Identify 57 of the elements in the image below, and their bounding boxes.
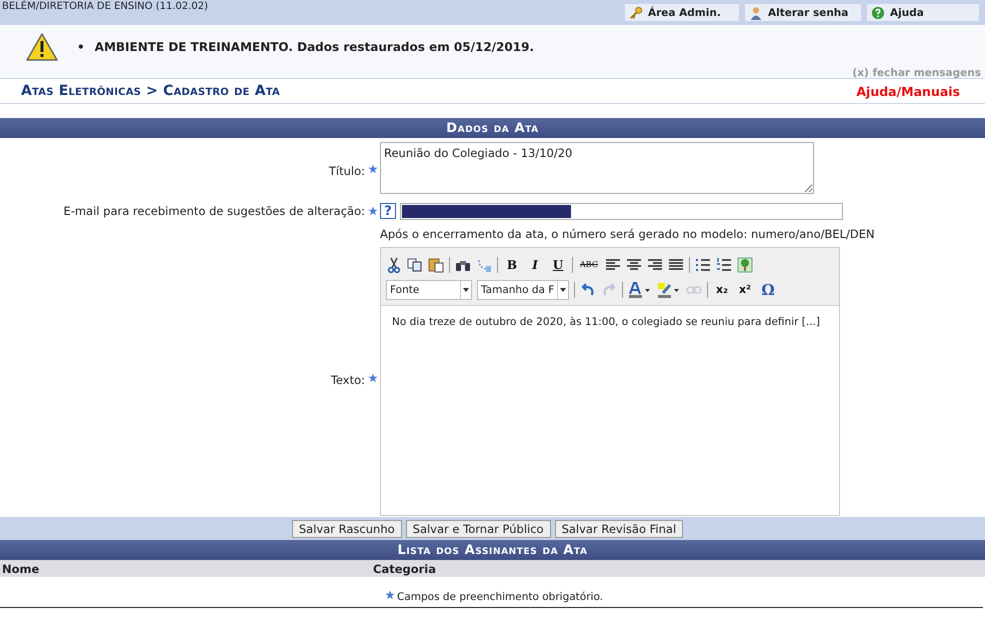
section-header: Dados da Ata bbox=[0, 118, 985, 138]
editor-text: No dia treze de outubro de 2020, às 11:00, o colegiado se reuniu para definir [...] bbox=[392, 316, 820, 328]
image-icon[interactable] bbox=[737, 256, 753, 272]
dropdown-arrow-icon bbox=[463, 288, 469, 292]
italic-button[interactable]: I bbox=[526, 258, 544, 272]
column-header: Categoria bbox=[373, 562, 436, 576]
subscript-button[interactable]: x₂ bbox=[713, 283, 731, 296]
save-button[interactable]: Salvar Rascunho bbox=[292, 520, 402, 538]
highlight-icon[interactable] bbox=[657, 282, 681, 298]
required-note: Campos de preenchimento obrigatório. bbox=[397, 591, 604, 603]
align-right-icon[interactable] bbox=[647, 256, 663, 272]
help-button[interactable]: ? bbox=[380, 203, 396, 219]
align-left-icon[interactable] bbox=[605, 256, 621, 272]
section-header: Lista dos Assinantes da Ata bbox=[0, 540, 985, 560]
bullet: • bbox=[77, 39, 85, 55]
bullet-list-icon[interactable] bbox=[695, 256, 711, 272]
text-color-icon[interactable] bbox=[628, 282, 652, 298]
top-link[interactable]: Área Admin. bbox=[625, 4, 739, 21]
help-link[interactable]: Ajuda/Manuais bbox=[856, 84, 960, 98]
save-button[interactable]: Salvar e Tornar Público bbox=[406, 520, 551, 538]
breadcrumb: Atas Eletrônicas > Cadastro de Ata bbox=[21, 83, 280, 99]
field-label: Título: bbox=[328, 164, 365, 178]
column-header: Nome bbox=[1, 562, 40, 576]
alert-message: AMBIENTE DE TREINAMENTO. Dados restaurados em 05/12/2019. bbox=[94, 39, 534, 55]
superscript-button[interactable]: x² bbox=[736, 283, 754, 296]
align-center-icon[interactable] bbox=[626, 256, 642, 272]
key-icon bbox=[629, 6, 643, 20]
scissors-icon[interactable] bbox=[386, 256, 402, 272]
title-field[interactable]: Reunião do Colegiado - 13/10/20 bbox=[380, 142, 814, 194]
save-button[interactable]: Salvar Revisão Final bbox=[554, 520, 684, 538]
justify-icon[interactable] bbox=[668, 256, 684, 272]
underline-button[interactable]: U bbox=[549, 258, 567, 272]
size-dropdown[interactable]: Tamanho da F bbox=[477, 280, 569, 300]
numbered-list-icon[interactable] bbox=[716, 256, 732, 272]
field-note: Após o encerramento da ata, o número será gerado no modelo: numero/ano/BEL/DEN bbox=[380, 227, 875, 241]
required-star-icon bbox=[368, 373, 378, 383]
unit-label: BELÉM/DIRETORIA DE ENSINO (11.02.02) bbox=[1, 0, 208, 13]
top-link[interactable]: Ajuda bbox=[867, 4, 979, 21]
field-label: E-mail para recebimento de sugestões de alteração: bbox=[62, 204, 365, 218]
top-link[interactable]: Alterar senha bbox=[745, 4, 861, 21]
font-dropdown[interactable]: Fonte bbox=[386, 280, 472, 300]
copy-icon[interactable] bbox=[407, 256, 423, 272]
email-field[interactable] bbox=[400, 202, 843, 220]
required-star-icon bbox=[368, 206, 378, 216]
spellcheck-button[interactable]: ABC bbox=[578, 260, 600, 269]
bold-button[interactable]: B bbox=[503, 258, 521, 272]
special-character-button[interactable]: Ω bbox=[759, 280, 777, 298]
required-star-icon bbox=[368, 164, 378, 174]
warning-icon bbox=[25, 32, 59, 62]
required-star-icon bbox=[385, 590, 395, 600]
undo-icon[interactable] bbox=[580, 282, 596, 298]
dropdown-arrow-icon bbox=[560, 288, 566, 292]
person-icon bbox=[749, 6, 763, 20]
text-editor[interactable]: No dia treze de outubro de 2020, às 11:00, o colegiado se reuniu para definir [...] bbox=[381, 306, 839, 515]
field-label: Texto: bbox=[330, 373, 365, 387]
paste-icon[interactable] bbox=[428, 256, 444, 272]
help-icon bbox=[871, 6, 885, 20]
